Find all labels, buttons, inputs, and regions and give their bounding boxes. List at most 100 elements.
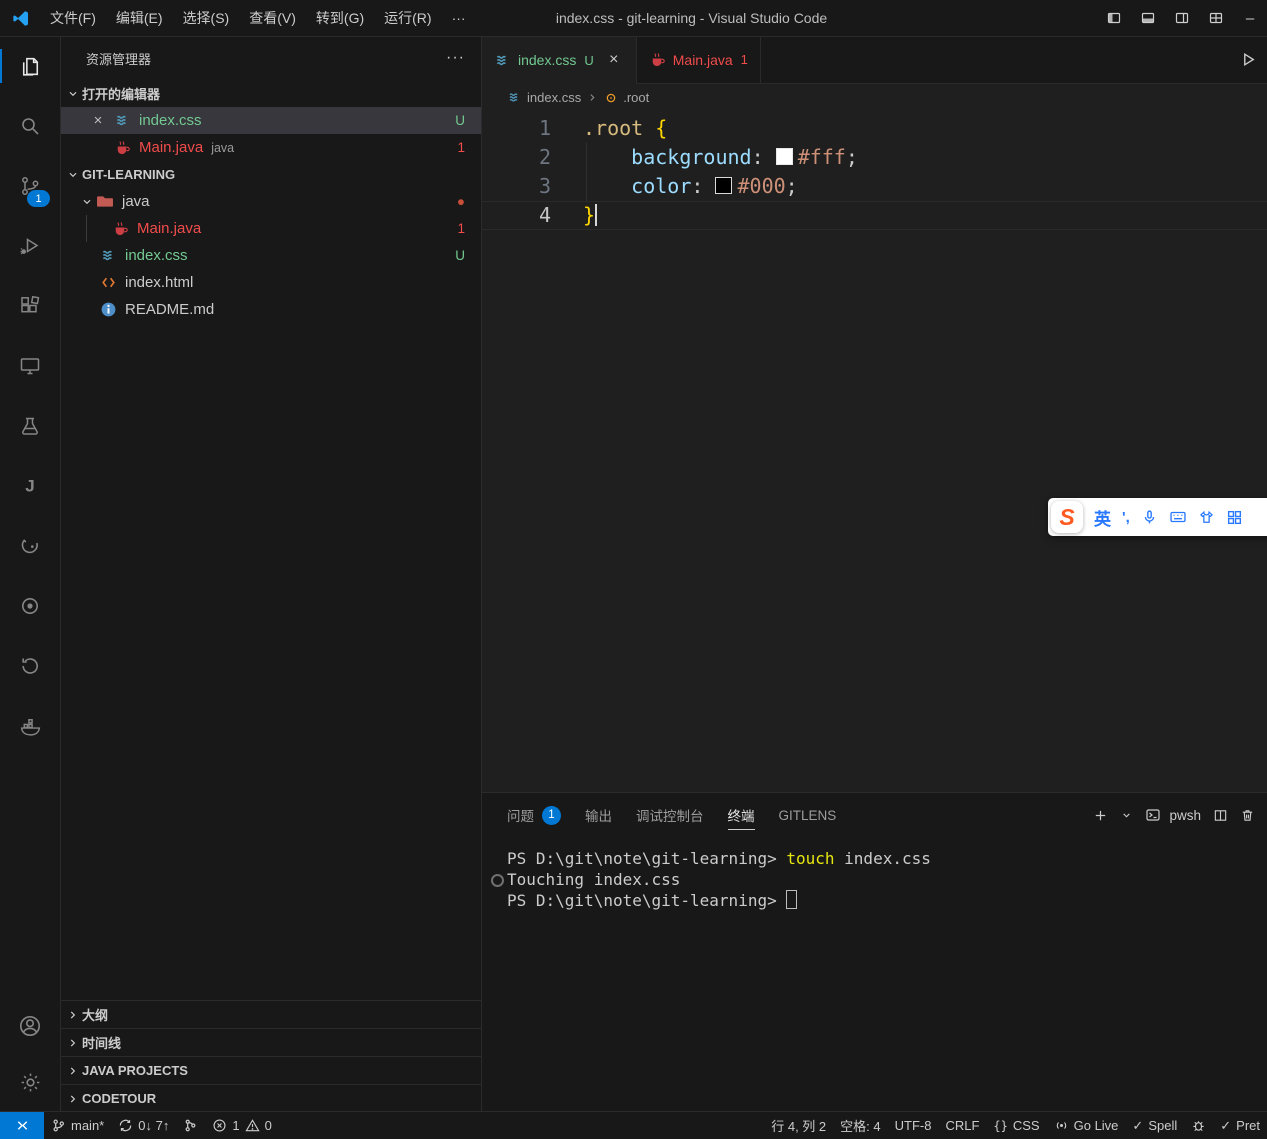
activitybar-remote-explorer[interactable] — [0, 336, 60, 396]
ime-language-toggle[interactable]: 英 — [1094, 505, 1111, 530]
color-swatch-black[interactable] — [715, 177, 732, 194]
sync-status[interactable]: 0↓ 7↑ — [111, 1112, 176, 1139]
menu-view[interactable]: 查看(V) — [239, 5, 306, 31]
indent-guide — [586, 143, 587, 201]
keyboard-icon[interactable] — [1169, 508, 1187, 526]
go-live-button[interactable]: Go Live — [1047, 1112, 1126, 1139]
activitybar-record-target[interactable] — [0, 576, 60, 636]
bug-status-button[interactable] — [1184, 1112, 1213, 1139]
css-selector-token: .root — [583, 116, 643, 140]
tab-label: Main.java — [673, 52, 733, 68]
menu-selection[interactable]: 选择(S) — [173, 5, 240, 31]
sidebar-more-actions-button[interactable]: ··· — [446, 49, 465, 67]
spell-checker-status[interactable]: ✓ Spell — [1125, 1112, 1184, 1139]
toggle-panel-button[interactable] — [1131, 0, 1165, 36]
panel-tab-problems[interactable]: 问题 1 — [507, 793, 561, 837]
tree-folder-java[interactable]: java ● — [60, 188, 481, 215]
code-editor[interactable]: 1 .root { 2 background: #fff; 3 color: #… — [482, 111, 1267, 792]
open-editors-header[interactable]: 打开的编辑器 — [60, 80, 481, 107]
menu-file[interactable]: 文件(F) — [40, 5, 106, 31]
menu-more[interactable]: ··· — [442, 5, 476, 31]
activitybar-docker[interactable] — [0, 696, 60, 756]
toggle-primary-sidebar-button[interactable] — [1097, 0, 1131, 36]
microphone-icon[interactable] — [1141, 509, 1158, 526]
workspace-header[interactable]: GIT-LEARNING — [60, 161, 481, 188]
accounts-button[interactable] — [0, 998, 60, 1054]
file-name: index.css — [125, 247, 188, 264]
tree-file-index-html[interactable]: index.html — [60, 269, 481, 296]
tab-main-java[interactable]: Main.java 1 — [637, 36, 761, 83]
eol-setting[interactable]: CRLF — [938, 1112, 986, 1139]
source-control-graph-button[interactable] — [176, 1112, 205, 1139]
terminal-output[interactable]: PS D:\git\note\git-learning> touch index… — [482, 837, 1267, 1112]
activitybar-extensions[interactable] — [0, 276, 60, 336]
editor-tab-bar: index.css U × Main.java 1 — [482, 36, 1267, 84]
activitybar-source-control[interactable]: 1 — [0, 156, 60, 216]
section-java-projects[interactable]: JAVA PROJECTS — [60, 1056, 481, 1084]
activitybar-search[interactable] — [0, 96, 60, 156]
java-file-icon — [112, 220, 129, 237]
toggle-secondary-sidebar-button[interactable] — [1165, 0, 1199, 36]
sogou-logo[interactable]: S — [1051, 501, 1083, 533]
semicolon-token: ; — [846, 145, 858, 169]
activitybar-testing[interactable] — [0, 396, 60, 456]
panel-tab-output[interactable]: 输出 — [585, 793, 612, 837]
close-brace-token: } — [583, 203, 595, 227]
panel-tab-terminal[interactable]: 终端 — [728, 793, 755, 837]
new-terminal-button[interactable] — [1093, 808, 1108, 823]
editor-area: index.css U × Main.java 1 index.css — [482, 36, 1267, 1112]
open-editor-main-java[interactable]: Main.java java 1 — [60, 134, 481, 161]
indentation-setting[interactable]: 空格: 4 — [833, 1112, 887, 1139]
breadcrumb-symbol[interactable]: .root — [623, 90, 649, 105]
title-bar: 文件(F) 编辑(E) 选择(S) 查看(V) 转到(G) 运行(R) ··· … — [0, 0, 1267, 37]
run-file-button[interactable] — [1240, 51, 1257, 68]
activitybar-explorer[interactable] — [0, 36, 60, 96]
encoding-setting[interactable]: UTF-8 — [888, 1112, 939, 1139]
panel-tab-debug-console[interactable]: 调试控制台 — [636, 793, 704, 837]
panel-tab-gitlens[interactable]: GITLENS — [779, 793, 837, 837]
breadcrumb-file[interactable]: index.css — [527, 90, 581, 105]
terminal-icon[interactable] — [1145, 807, 1161, 823]
close-icon[interactable]: × — [604, 50, 624, 70]
section-timeline[interactable]: 时间线 — [60, 1028, 481, 1056]
colon-token: : — [691, 174, 715, 198]
close-icon[interactable]: × — [90, 112, 106, 129]
code-line-4: 4 } — [482, 201, 1267, 230]
minimize-button[interactable]: – — [1233, 0, 1267, 36]
menu-go[interactable]: 转到(G) — [306, 5, 374, 31]
terminal-shell-label[interactable]: pwsh — [1169, 808, 1201, 823]
command-decoration-icon[interactable] — [491, 874, 504, 887]
problems-status[interactable]: 1 0 — [205, 1112, 278, 1139]
section-codetour[interactable]: CODETOUR — [60, 1084, 481, 1112]
file-name: Main.java — [137, 220, 201, 237]
tree-file-index-css[interactable]: index.css U — [60, 242, 481, 269]
tree-file-readme[interactable]: README.md — [60, 296, 481, 323]
git-branch-status[interactable]: main* — [44, 1112, 111, 1139]
menu-run[interactable]: 运行(R) — [374, 5, 441, 31]
section-outline[interactable]: 大纲 — [60, 1000, 481, 1028]
cursor-position[interactable]: 行 4, 列 2 — [764, 1112, 833, 1139]
color-swatch-white[interactable] — [776, 148, 793, 165]
prettier-status[interactable]: ✓ Pret — [1213, 1112, 1267, 1139]
customize-layout-button[interactable] — [1199, 0, 1233, 36]
split-terminal-button[interactable] — [1213, 808, 1228, 823]
open-editor-index-css[interactable]: × index.css U — [60, 107, 481, 134]
kill-terminal-button[interactable] — [1240, 808, 1255, 823]
toolbox-grid-icon[interactable] — [1226, 509, 1243, 526]
terminal-dropdown-button[interactable] — [1120, 809, 1133, 822]
ime-punctuation-toggle[interactable]: ', — [1122, 509, 1130, 526]
skin-shirt-icon[interactable] — [1198, 509, 1215, 526]
sync-icon — [118, 1118, 133, 1133]
language-mode[interactable]: {} CSS — [986, 1112, 1046, 1139]
activitybar-java[interactable]: J — [0, 456, 60, 516]
remote-indicator[interactable] — [0, 1112, 44, 1139]
settings-button[interactable] — [0, 1054, 60, 1110]
code-line-2: 2 background: #fff; — [482, 143, 1267, 172]
tree-file-main-java[interactable]: Main.java 1 — [60, 215, 481, 242]
tab-index-css[interactable]: index.css U × — [482, 36, 637, 84]
menu-edit[interactable]: 编辑(E) — [106, 5, 173, 31]
activitybar-run-debug[interactable] — [0, 216, 60, 276]
activitybar-history[interactable] — [0, 636, 60, 696]
activitybar-gradle[interactable] — [0, 516, 60, 576]
line-number: 4 — [482, 201, 551, 230]
